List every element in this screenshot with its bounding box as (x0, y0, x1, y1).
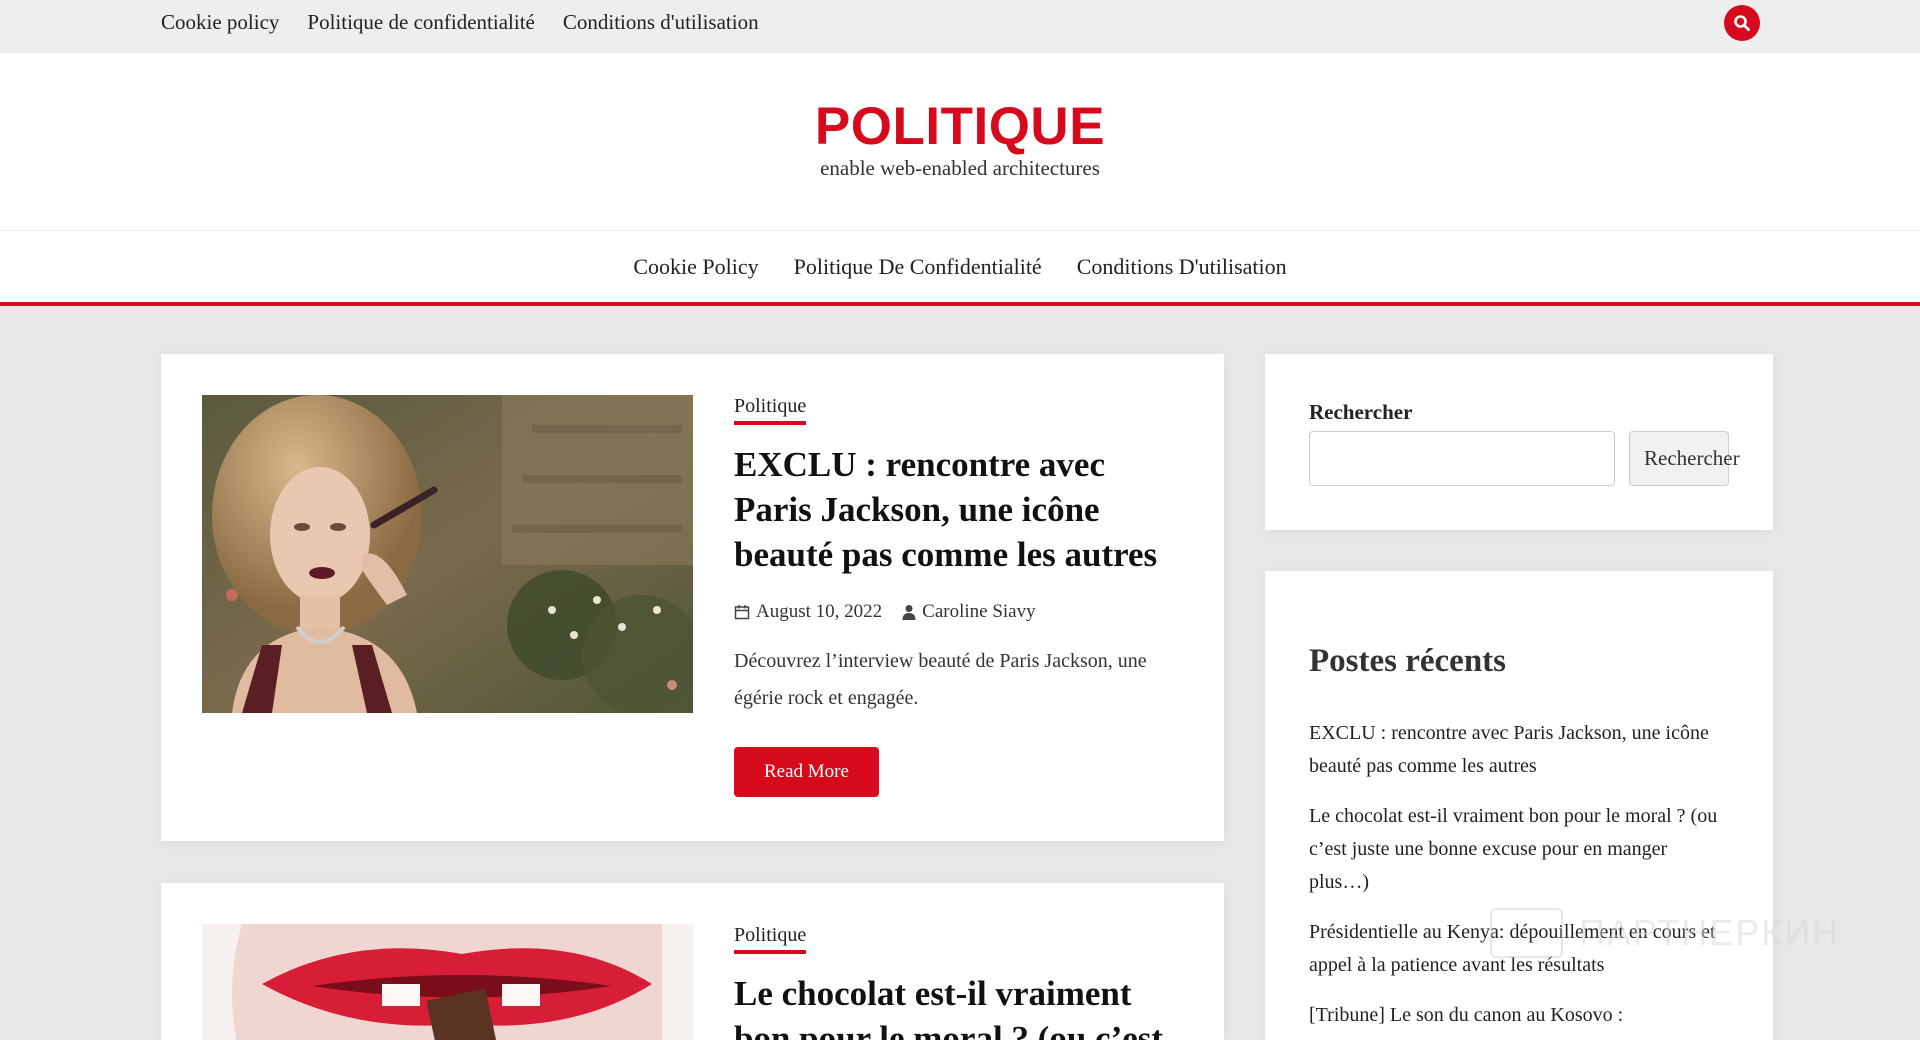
top-links: Cookie policy Politique de confidentiali… (161, 0, 759, 45)
site-title[interactable]: POLITIQUE (0, 97, 1920, 156)
top-link-terms[interactable]: Conditions d'utilisation (563, 10, 759, 35)
search-submit-button[interactable]: Rechercher (1629, 431, 1740, 486)
post-card: Politique EXCLU : rencontre avec Paris J… (161, 354, 1224, 841)
top-bar: Cookie policy Politique de confidentiali… (0, 0, 1920, 53)
post-category[interactable]: Politique (734, 924, 807, 954)
recent-post-link[interactable]: Présidentielle au Kenya: dépouillement e… (1309, 916, 1729, 982)
post-author[interactable]: Caroline Siavy (922, 601, 1035, 623)
post-meta: August 10, 2022 Caroline Siavy (734, 601, 1184, 623)
nav-item-cookie-policy[interactable]: Cookie Policy (633, 254, 758, 280)
recent-post-link[interactable]: Le chocolat est-il vraiment bon pour le … (1309, 800, 1729, 899)
post-date[interactable]: August 10, 2022 (756, 601, 882, 623)
post-title[interactable]: EXCLU : rencontre avec Paris Jackson, un… (734, 442, 1184, 577)
nav-item-privacy-policy[interactable]: Politique De Confidentialité (794, 254, 1042, 280)
search-input[interactable] (1309, 431, 1615, 486)
post-excerpt: Découvrez l’interview beauté de Paris Ja… (734, 650, 1147, 710)
recent-post-link[interactable]: [Tribune] Le son du canon au Kosovo : (1309, 999, 1729, 1032)
main-nav: Cookie Policy Politique De Confidentiali… (0, 230, 1920, 306)
post-card: Politique Le chocolat est-il vraiment bo… (161, 883, 1224, 1040)
post-thumbnail[interactable] (202, 924, 693, 1040)
top-link-privacy-policy[interactable]: Politique de confidentialité (307, 10, 534, 35)
nav-item-terms[interactable]: Conditions D'utilisation (1077, 254, 1287, 280)
site-header: POLITIQUE enable web-enabled architectur… (0, 53, 1920, 230)
recent-posts-list: EXCLU : rencontre avec Paris Jackson, un… (1309, 717, 1729, 1040)
search-widget: Rechercher Rechercher (1265, 354, 1773, 530)
header-search-button[interactable] (1724, 5, 1760, 41)
recent-posts-title: Postes récents (1309, 643, 1507, 679)
post-title[interactable]: Le chocolat est-il vraiment bon pour le … (734, 971, 1184, 1040)
post-category[interactable]: Politique (734, 395, 807, 425)
read-more-button[interactable]: Read More (734, 747, 879, 798)
recent-post-link[interactable]: EXCLU : rencontre avec Paris Jackson, un… (1309, 717, 1729, 783)
search-label: Rechercher (1309, 400, 1413, 424)
recent-posts-widget: Postes récents EXCLU : rencontre avec Pa… (1265, 571, 1773, 1040)
search-icon (1734, 15, 1751, 32)
calendar-icon (734, 605, 750, 620)
top-link-cookie-policy[interactable]: Cookie policy (161, 10, 279, 35)
site-tagline: enable web-enabled architectures (820, 156, 1100, 180)
user-icon (902, 605, 916, 621)
post-thumbnail[interactable] (202, 395, 693, 713)
